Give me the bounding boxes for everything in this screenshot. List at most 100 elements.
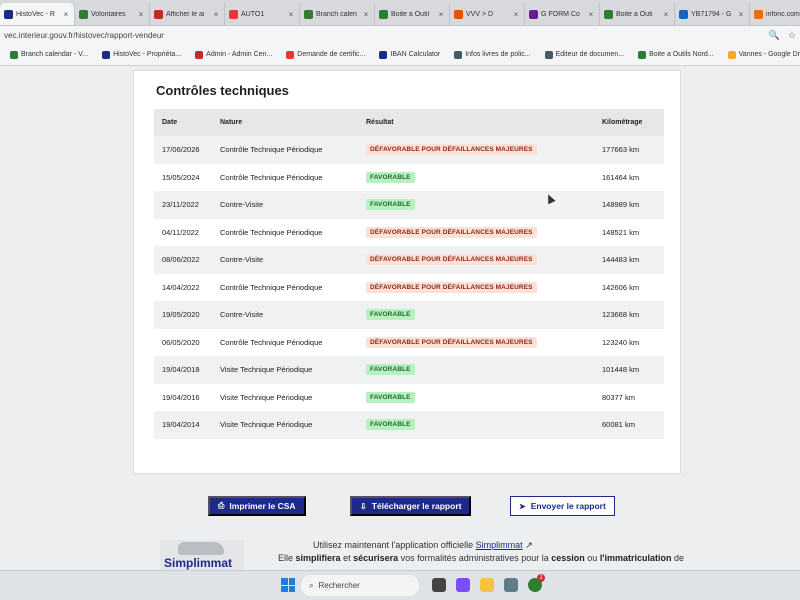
close-icon[interactable]: × (212, 10, 220, 19)
bookmark-star-icon[interactable]: ☆ (788, 30, 796, 41)
table-row: 08/06/2022 Contre-Visite DÉFAVORABLE POUR … (154, 246, 664, 274)
taskbar-search[interactable]: ⌕ Rechercher (301, 575, 419, 596)
tab-label: VVV > D (466, 10, 494, 18)
tab-favicon-icon (679, 9, 688, 19)
cell-nature: Contrôle Technique Périodique (220, 282, 323, 292)
tab-label: Boite a Outil (391, 10, 430, 18)
browser-tab[interactable]: infonc.com× (750, 3, 800, 25)
bookmark-favicon-icon (195, 50, 204, 59)
browser-tab[interactable]: AUTO1 × (225, 3, 300, 25)
browser-tab[interactable]: Branch calen × (300, 3, 375, 25)
browser-tab[interactable]: Volontaires × (75, 3, 150, 25)
send-report-button[interactable]: ➤ Envoyer le rapport (510, 496, 615, 516)
browser-tab[interactable]: Afficher le ai × (150, 3, 225, 25)
bookmark-favicon-icon (379, 50, 388, 59)
table-row: 15/05/2024 Contrôle Technique Périodique F… (154, 163, 664, 191)
table-row: 19/04/2018 Visite Technique Périodique FAV… (154, 356, 664, 384)
bookmark-item[interactable]: IBAN Calculator (373, 50, 446, 59)
browser-tab[interactable]: Boite a Outil × (375, 3, 450, 25)
file-explorer-icon[interactable] (480, 578, 494, 592)
windows-start-icon[interactable] (281, 578, 295, 592)
bookmarks-bar: Branch calendar - V... HistoVec - Proprié… (0, 44, 800, 66)
table-row: 23/11/2022 Contre-Visite FAVORABLE 148989 k… (154, 191, 664, 219)
cell-date: 08/06/2022 (162, 255, 200, 265)
store-icon[interactable] (504, 578, 518, 592)
promo-line-2: Elle simplifiera et sécurisera vos forma… (278, 553, 685, 563)
result-badge: DÉFAVORABLE POUR DÉFAILLANCES MAJEURES (366, 226, 537, 238)
cell-nature: Visite Technique Périodique (220, 392, 313, 402)
close-icon[interactable]: × (662, 10, 670, 19)
bookmark-label: Admin - Admin Cen... (206, 51, 273, 58)
cell-km: 101448 km (602, 365, 640, 375)
result-badge: FAVORABLE (366, 199, 415, 211)
tab-favicon-icon (304, 9, 313, 19)
tab-label: HistoVec - R (16, 10, 55, 18)
browser-tab[interactable]: YB71794 - G × (675, 3, 750, 25)
cell-nature: Contrôle Technique Périodique (220, 172, 323, 182)
close-icon[interactable]: × (62, 10, 70, 19)
bookmark-item[interactable]: Admin - Admin Cen... (189, 50, 278, 59)
cell-result: FAVORABLE (366, 391, 594, 403)
close-icon[interactable]: × (512, 10, 520, 19)
bookmark-favicon-icon (638, 50, 647, 59)
technical-inspections-card: Contrôles techniques Date Nature Résulta… (133, 70, 681, 474)
cell-result: DÉFAVORABLE POUR DÉFAILLANCES MAJEURES (366, 254, 594, 266)
task-view-icon[interactable] (432, 578, 446, 592)
tab-label: Volontaires (91, 10, 126, 18)
bookmark-item[interactable]: Boite a Outils Nord... (632, 50, 720, 59)
print-csa-button[interactable]: ⎙ Imprimer le CSA (208, 496, 306, 516)
copilot-icon[interactable] (456, 578, 470, 592)
send-icon: ➤ (519, 501, 526, 511)
bookmark-item[interactable]: Editeur de documen... (539, 50, 631, 59)
cell-km: 123240 km (602, 337, 640, 347)
close-icon[interactable]: × (737, 10, 745, 19)
bookmark-label: Demande de certific... (297, 51, 366, 58)
cell-date: 23/11/2022 (162, 200, 199, 210)
download-report-button[interactable]: ⇩ Télécharger le rapport (350, 496, 472, 516)
close-icon[interactable]: × (362, 10, 370, 19)
tab-label: Branch calen (316, 10, 357, 18)
cell-result: DÉFAVORABLE POUR DÉFAILLANCES MAJEURES (366, 336, 594, 348)
simplimmat-link[interactable]: Simplimmat (476, 540, 523, 550)
url-text[interactable]: vec.interieur.gouv.fr/histovec/rapport-v… (4, 31, 769, 40)
cell-date: 06/05/2020 (162, 337, 200, 347)
inspections-table: Date Nature Résultat Kilométrage 17/06/2… (154, 109, 664, 439)
cell-nature: Visite Technique Périodique (220, 365, 313, 375)
close-icon[interactable]: × (587, 10, 595, 19)
bookmark-item[interactable]: Demande de certific... (280, 50, 371, 59)
close-icon[interactable]: × (287, 10, 295, 19)
browser-tab[interactable]: VVV > D × (450, 3, 525, 25)
zoom-icon[interactable]: 🔍 (769, 30, 780, 41)
bookmark-favicon-icon (286, 50, 295, 59)
cell-result: FAVORABLE (366, 199, 594, 211)
tab-label: G FORM Co (541, 10, 580, 18)
bookmark-label: Infos livres de polic... (465, 51, 531, 58)
cell-km: 144483 km (602, 255, 640, 265)
bookmark-label: HistoVec - Propriéta... (113, 51, 182, 58)
bookmark-favicon-icon (544, 50, 553, 59)
close-icon[interactable]: × (137, 10, 145, 19)
browser-tab[interactable]: Boite a Outi × (600, 3, 675, 25)
table-row: 17/06/2026 Contrôle Technique Périodique D… (154, 136, 664, 164)
result-badge: DÉFAVORABLE POUR DÉFAILLANCES MAJEURES (366, 336, 537, 348)
tab-favicon-icon (4, 9, 13, 19)
browser-tab-bar: HistoVec - R × Volontaires × Afficher le ai ×… (0, 0, 800, 26)
cell-km: 60081 km (602, 420, 635, 430)
bookmark-item[interactable]: Vannes - Google Dri... (722, 50, 800, 59)
result-badge: FAVORABLE (366, 309, 415, 321)
browser-tab[interactable]: G FORM Co × (525, 3, 600, 25)
header-result: Résultat (366, 119, 394, 126)
bookmark-item[interactable]: HistoVec - Propriéta... (96, 50, 187, 59)
address-bar[interactable]: vec.interieur.gouv.fr/histovec/rapport-v… (0, 26, 800, 44)
result-badge: FAVORABLE (366, 391, 415, 403)
bookmark-item[interactable]: Infos livres de polic... (448, 50, 536, 59)
external-link-icon: ↗ (525, 540, 533, 550)
browser-tab[interactable]: HistoVec - R × (0, 3, 75, 25)
car-icon (178, 542, 224, 555)
close-icon[interactable]: × (437, 10, 445, 19)
tab-favicon-icon (454, 9, 463, 19)
cell-date: 14/04/2022 (162, 282, 200, 292)
windows-taskbar: ⌕ Rechercher 1 (0, 570, 800, 600)
cell-date: 19/04/2014 (162, 420, 200, 430)
bookmark-item[interactable]: Branch calendar - V... (4, 50, 94, 59)
